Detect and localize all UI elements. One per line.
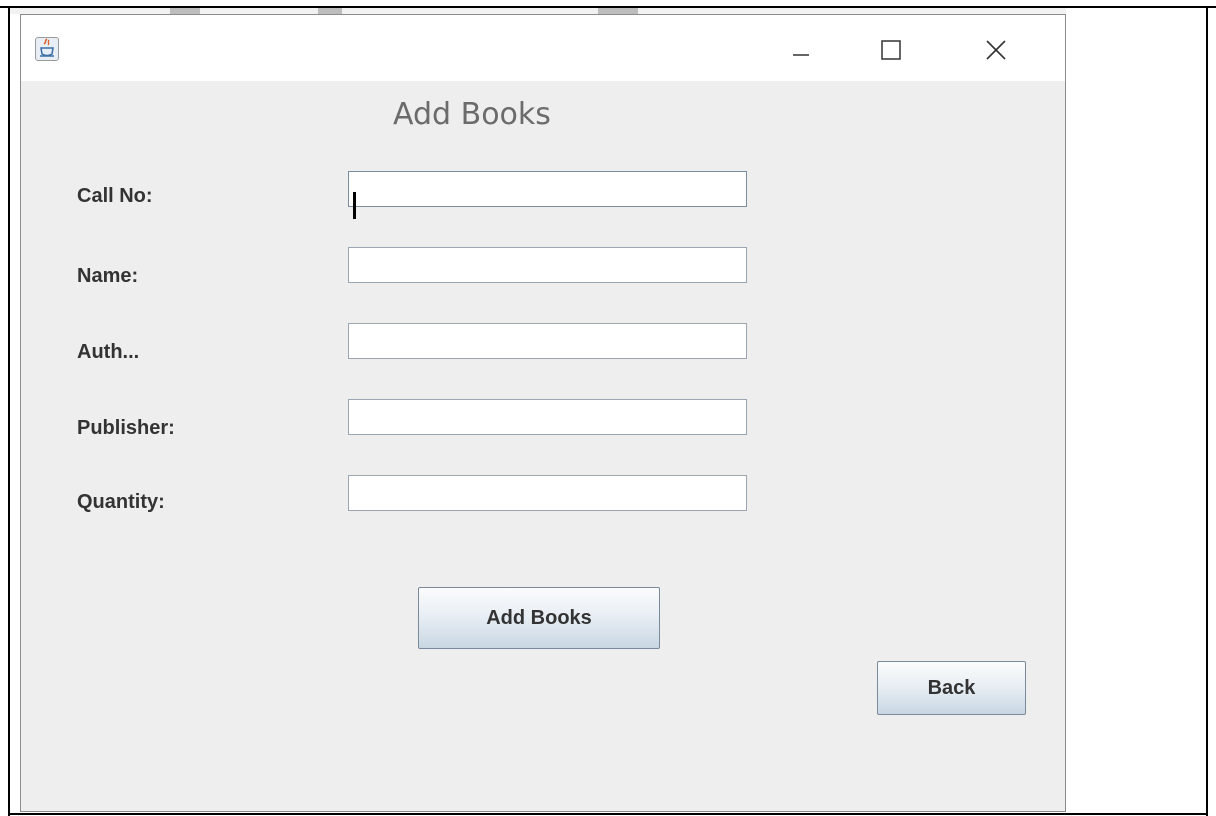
back-button[interactable]: Back xyxy=(877,661,1026,715)
publisher-label: Publisher: xyxy=(77,417,175,439)
minimize-button[interactable] xyxy=(769,29,829,69)
close-icon xyxy=(986,40,1006,60)
screenshot-border-left xyxy=(8,6,10,816)
text-caret xyxy=(353,192,356,219)
title-bar xyxy=(21,15,1065,81)
author-input[interactable] xyxy=(348,323,747,359)
quantity-label: Quantity: xyxy=(77,491,165,513)
minimize-icon xyxy=(793,54,809,56)
name-label: Name: xyxy=(77,265,139,287)
close-button[interactable] xyxy=(975,29,1035,69)
publisher-input[interactable] xyxy=(348,399,747,435)
maximize-button[interactable] xyxy=(869,29,929,69)
name-input[interactable] xyxy=(348,247,747,283)
quantity-input[interactable] xyxy=(348,475,747,511)
add-books-window: Add Books Call No: Name: Auth... Publish… xyxy=(20,14,1066,812)
java-app-icon[interactable] xyxy=(35,37,59,61)
page-title: Add Books xyxy=(393,97,551,132)
author-label: Auth... xyxy=(77,341,140,363)
maximize-icon xyxy=(881,40,901,60)
call-no-input[interactable] xyxy=(348,171,747,207)
add-books-button[interactable]: Add Books xyxy=(418,587,660,649)
call-no-label: Call No: xyxy=(77,185,153,207)
screenshot-border-right xyxy=(1206,6,1208,816)
screenshot-border-bottom xyxy=(8,813,1208,815)
